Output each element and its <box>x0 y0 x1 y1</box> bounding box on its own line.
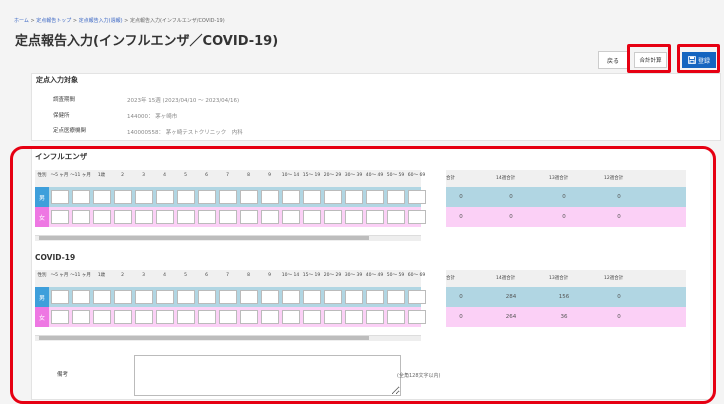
breadcrumb-current: 定点報告入力(インフルエンザ/COVID-19) <box>129 18 225 24</box>
institution-label: 定点医療機関 <box>53 128 87 134</box>
register-button-highlight <box>677 44 720 73</box>
breadcrumb-report-top[interactable]: 定点報告トップ <box>36 18 71 24</box>
breadcrumb-home[interactable]: ホーム <box>14 18 29 24</box>
breadcrumb-separator: > <box>30 18 35 24</box>
institution-value: 140000558： 茅ヶ崎テストクリニック 内科 <box>127 130 243 136</box>
input-area-highlight <box>10 146 716 404</box>
target-title: 定点入力対象 <box>36 76 78 84</box>
back-button[interactable]: 戻る <box>598 51 628 69</box>
calculate-button-highlight <box>627 44 671 73</box>
breadcrumb-separator: > <box>72 18 78 24</box>
period-value: 2023年 15週 (2023/04/10 ～ 2023/04/16) <box>127 98 240 104</box>
page-title: 定点報告入力(インフルエンザ／COVID-19) <box>15 34 279 49</box>
period-label: 調査期間 <box>53 97 76 103</box>
breadcrumb: ホーム > 定点報告トップ > 定点報告入力(週報) > 定点報告入力(インフル… <box>14 17 225 24</box>
health-center-label: 保健所 <box>53 113 70 119</box>
breadcrumb-separator: > <box>124 18 129 24</box>
breadcrumb-weekly-input[interactable]: 定点報告入力(週報) <box>79 18 123 24</box>
health-center-value: 144000： 茅ヶ崎市 <box>127 114 178 120</box>
